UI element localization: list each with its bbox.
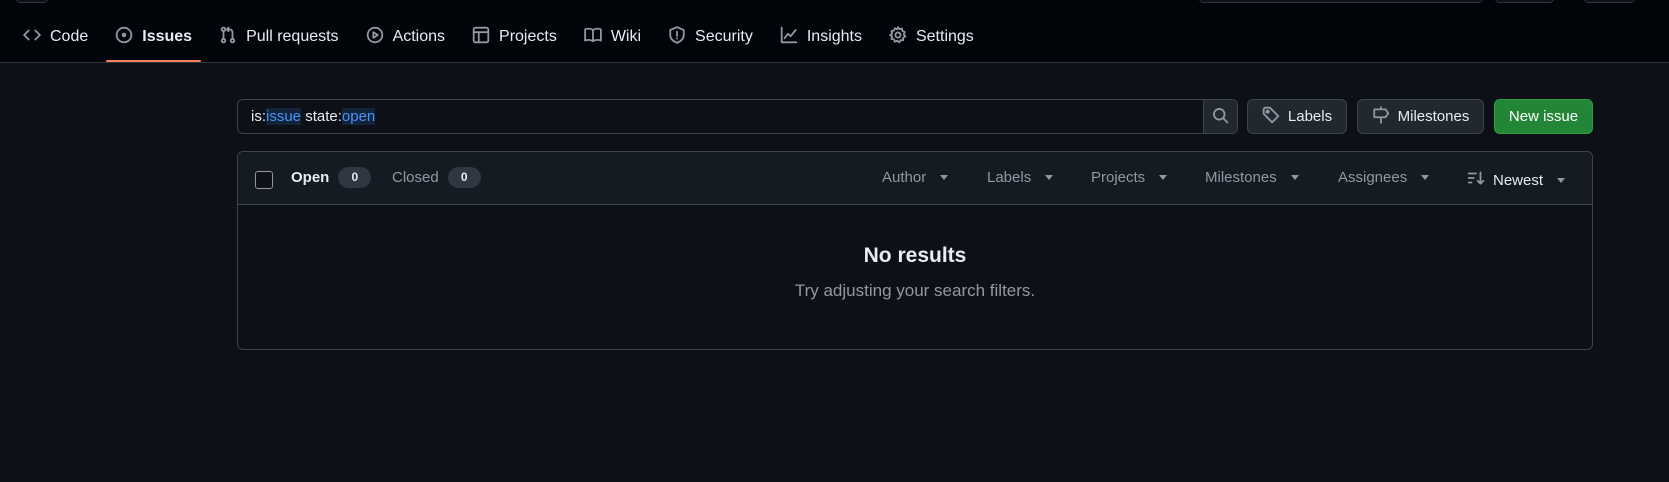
labels-button-label: Labels — [1287, 108, 1333, 125]
issues-list: Open 0 Closed 0 Author Labels Projects M… — [237, 151, 1593, 350]
chevron-down-icon — [1159, 175, 1168, 180]
chevron-down-icon — [1421, 175, 1430, 180]
tab-insights[interactable]: Insights — [771, 22, 871, 52]
code-icon — [23, 26, 41, 49]
tab-label: Actions — [392, 28, 446, 45]
git-pull-request-icon — [219, 26, 237, 49]
author-filter-label: Author — [882, 169, 927, 186]
sort-desc-icon — [1467, 169, 1485, 191]
issue-opened-icon — [115, 26, 133, 49]
sort-dropdown[interactable]: Newest — [1467, 169, 1566, 191]
shield-icon — [668, 25, 686, 49]
gear-icon — [889, 25, 907, 49]
author-filter[interactable]: Author — [882, 169, 949, 186]
select-all-checkbox[interactable] — [255, 171, 273, 189]
play-icon — [366, 26, 384, 49]
milestones-filter[interactable]: Milestones — [1205, 169, 1299, 186]
chevron-down-icon — [940, 175, 949, 180]
open-label: Open — [291, 169, 330, 186]
header-button-partial-right[interactable] — [1584, 0, 1635, 3]
graph-icon — [780, 26, 798, 49]
header-button-group-partial[interactable] — [1495, 0, 1554, 3]
search-button[interactable] — [1203, 100, 1237, 133]
tab-label: Security — [695, 28, 753, 45]
tab-label: Code — [50, 28, 89, 45]
sort-label: Newest — [1493, 171, 1544, 189]
projects-filter[interactable]: Projects — [1091, 169, 1168, 186]
tab-issues[interactable]: Issues — [106, 22, 201, 62]
tag-icon — [1262, 106, 1280, 128]
chevron-down-icon — [1557, 177, 1566, 183]
tab-label: Insights — [806, 28, 862, 45]
tab-projects[interactable]: Projects — [463, 22, 566, 52]
query-qualifier-is: is: — [251, 108, 266, 125]
milestones-button-label: Milestones — [1397, 108, 1470, 125]
chevron-down-icon — [1045, 175, 1054, 180]
labels-filter-label: Labels — [987, 169, 1032, 186]
header-search-partial[interactable] — [1199, 0, 1483, 3]
open-count-badge: 0 — [338, 167, 372, 188]
milestones-filter-label: Milestones — [1205, 169, 1277, 186]
tab-actions[interactable]: Actions — [357, 22, 454, 52]
search-icon — [1212, 107, 1229, 127]
new-issue-button-label: New issue — [1508, 108, 1579, 125]
issues-search-input[interactable]: is:issue state:open — [237, 99, 1238, 134]
table-icon — [472, 26, 490, 49]
closed-label: Closed — [392, 169, 439, 186]
tab-label: Issues — [142, 28, 193, 45]
closed-count-badge: 0 — [447, 167, 481, 188]
repo-nav: Code Issues Pull requests Actions Projec… — [14, 22, 992, 62]
search-query[interactable]: is:issue state:open — [238, 108, 1203, 125]
new-issue-button[interactable]: New issue — [1494, 99, 1593, 134]
milestones-button[interactable]: Milestones — [1357, 99, 1484, 134]
tab-code[interactable]: Code — [14, 22, 97, 52]
query-keyword-issue: issue — [266, 108, 302, 125]
header-button-partial[interactable] — [16, 0, 48, 3]
query-keyword-open: open — [341, 108, 376, 125]
empty-state: No results Try adjusting your search fil… — [238, 244, 1592, 301]
query-qualifier-state: state: — [301, 108, 342, 125]
closed-issues-tab[interactable]: Closed 0 — [392, 167, 481, 188]
labels-filter[interactable]: Labels — [987, 169, 1054, 186]
assignees-filter-label: Assignees — [1338, 169, 1408, 186]
tab-label: Pull requests — [246, 28, 339, 45]
tab-pull-requests[interactable]: Pull requests — [210, 22, 348, 52]
projects-filter-label: Projects — [1091, 169, 1146, 186]
open-issues-tab[interactable]: Open 0 — [291, 167, 372, 188]
tab-settings[interactable]: Settings — [880, 22, 983, 52]
assignees-filter[interactable]: Assignees — [1338, 169, 1430, 186]
issues-list-header: Open 0 Closed 0 Author Labels Projects M… — [238, 152, 1592, 205]
chevron-down-icon — [1290, 175, 1299, 180]
tab-security[interactable]: Security — [659, 22, 762, 52]
tab-label: Projects — [499, 28, 557, 45]
repo-header: Code Issues Pull requests Actions Projec… — [0, 0, 1669, 63]
tab-wiki[interactable]: Wiki — [575, 22, 650, 52]
milestone-icon — [1372, 105, 1390, 128]
tab-label: Wiki — [610, 28, 642, 45]
labels-button[interactable]: Labels — [1247, 99, 1347, 134]
empty-state-title: No results — [863, 244, 967, 267]
empty-state-message: Try adjusting your search filters. — [794, 281, 1036, 300]
tab-label: Settings — [915, 28, 974, 45]
book-icon — [584, 26, 602, 49]
